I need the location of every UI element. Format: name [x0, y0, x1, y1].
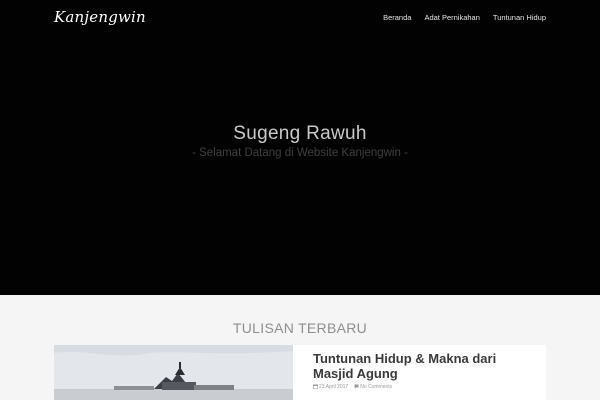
nav-item-adat-pernikahan[interactable]: Adat Pernikahan	[424, 13, 479, 22]
hero-subtitle: - Selamat Datang di Website Kanjengwin -	[192, 147, 408, 159]
post-thumbnail[interactable]	[54, 345, 293, 400]
post-comments: No Comments	[354, 384, 392, 390]
post-body: Tuntunan Hidup & Makna dari Masjid Agung…	[313, 351, 538, 390]
hero-title: Sugeng Rawuh	[233, 123, 367, 144]
section-title: TULISAN TERBARU	[232, 320, 368, 336]
post-comments-link[interactable]: No Comments	[360, 384, 392, 390]
post-meta: 23 April 2017 No Comments	[313, 384, 538, 390]
hero-text: Sugeng Rawuh - Selamat Datang di Website…	[0, 123, 600, 159]
post-thumbnail-image	[54, 345, 293, 400]
post-date: 23 April 2017	[313, 384, 348, 390]
main-nav: Beranda Adat Pernikahan Tuntunan Hidup	[383, 13, 546, 22]
recent-posts-section: TULISAN TERBARU Tuntunan Hidup & Makna d…	[0, 295, 600, 400]
post-date-text: 23 April 2017	[319, 384, 349, 390]
site-logo[interactable]: Kanjengwin	[54, 8, 146, 26]
calendar-icon	[313, 384, 318, 390]
navbar: Kanjengwin Beranda Adat Pernikahan Tuntu…	[0, 0, 600, 36]
hero-section: Kanjengwin Beranda Adat Pernikahan Tuntu…	[0, 0, 600, 295]
post-title[interactable]: Tuntunan Hidup & Makna dari Masjid Agung	[313, 351, 538, 381]
nav-item-beranda[interactable]: Beranda	[383, 13, 411, 22]
post-card: Tuntunan Hidup & Makna dari Masjid Agung…	[54, 345, 546, 400]
comment-icon	[354, 384, 359, 389]
nav-item-tuntunan-hidup[interactable]: Tuntunan Hidup	[493, 13, 546, 22]
